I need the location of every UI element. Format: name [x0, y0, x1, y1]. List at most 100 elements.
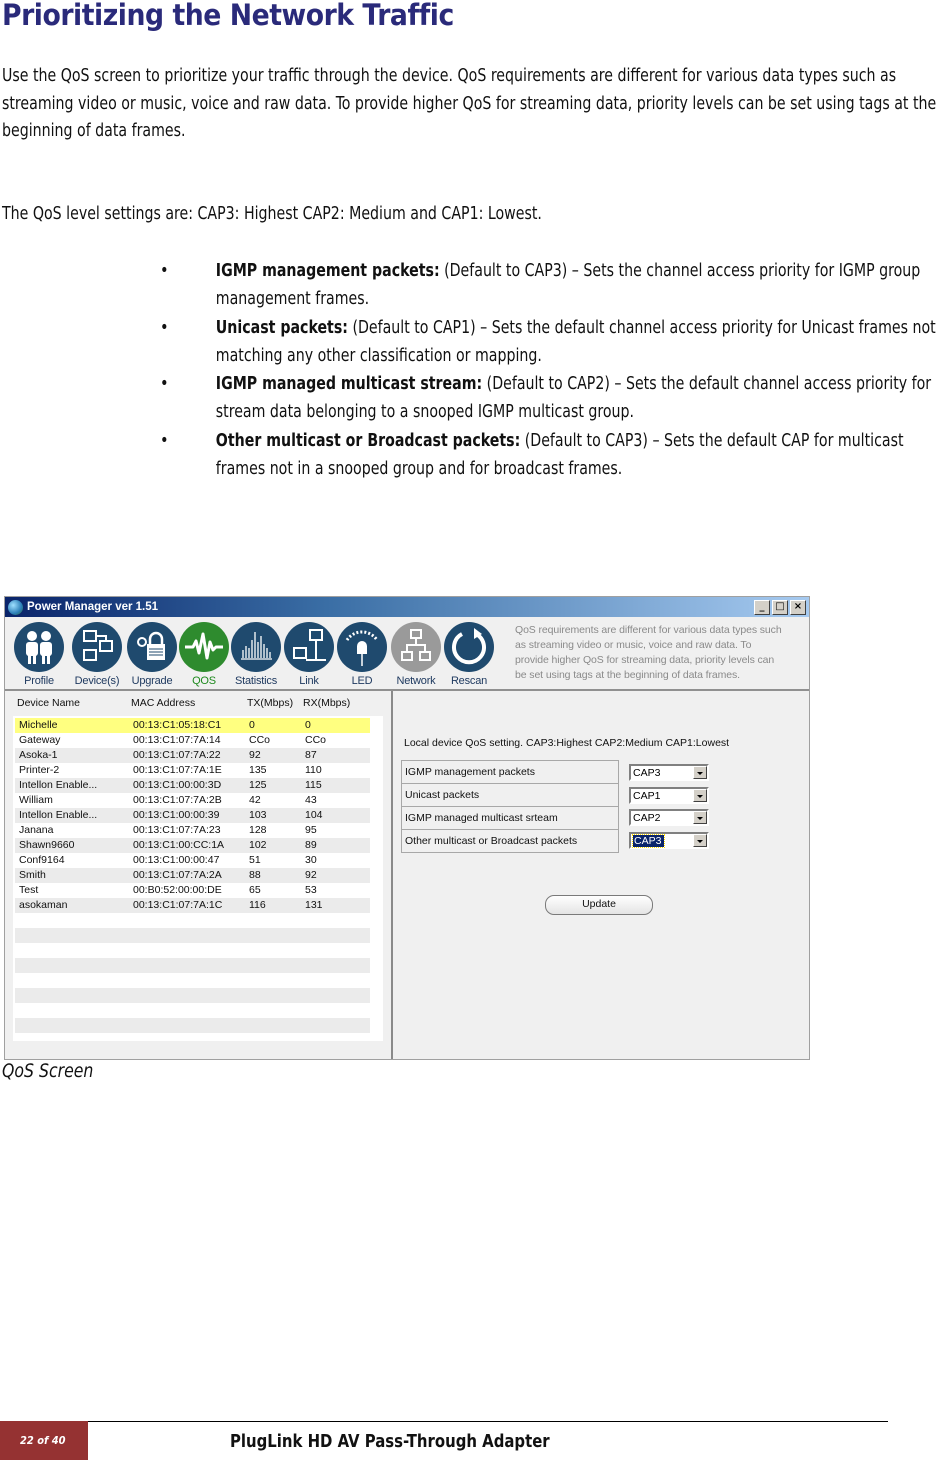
device-name: William — [19, 794, 53, 806]
empty-row[interactable] — [15, 943, 370, 958]
intro-paragraph: Use the QoS screen to prioritize your tr… — [2, 66, 937, 141]
mac-address: 00:B0:52:00:00:DE — [133, 884, 222, 896]
device-row[interactable]: Janana 00:13:C1:07:7A:23 128 95 — [15, 823, 370, 838]
toolbar-network[interactable]: Network — [387, 622, 445, 687]
mac-address: 00:13:C1:07:7A:1C — [133, 899, 223, 911]
device-name: Asoka-1 — [19, 749, 58, 761]
bullet-term: Unicast packets: — [215, 317, 348, 338]
rx-rate: 95 — [305, 824, 317, 836]
device-row[interactable]: Michelle 00:13:C1:05:18:C1 0 0 — [15, 718, 370, 733]
mac-address: 00:13:C1:07:7A:1E — [133, 764, 222, 776]
qos-label-unicast: Unicast packets — [402, 784, 618, 807]
qos-info-text: QoS requirements are different for vario… — [515, 624, 782, 681]
column-header-rx[interactable]: RX(Mbps) — [303, 697, 350, 709]
devices-icon — [72, 622, 122, 672]
device-list-pane: Device Name MAC Address TX(Mbps) RX(Mbps… — [5, 691, 393, 1059]
mac-address: 00:13:C1:07:7A:2B — [133, 794, 222, 806]
column-header-mac-address[interactable]: MAC Address — [131, 697, 195, 709]
empty-row[interactable] — [15, 988, 370, 1003]
other-multicast-select[interactable]: CAP3 — [629, 832, 709, 849]
network-tree-icon — [391, 622, 441, 672]
device-row[interactable]: Intellon Enable... 00:13:C1:00:00:3D 125 11… — [15, 778, 370, 793]
led-icon — [337, 622, 387, 672]
toolbar-profile[interactable]: Profile — [10, 622, 68, 687]
mac-address: 00:13:C1:07:7A:14 — [133, 734, 221, 746]
device-name: Test — [19, 884, 39, 896]
empty-row[interactable] — [15, 1033, 370, 1048]
bullet-other-multicast: • Other multicast or Broadcast packets: (… — [160, 427, 939, 484]
igmp-multicast-select[interactable]: CAP2 — [629, 809, 709, 826]
empty-row[interactable] — [15, 958, 370, 973]
tx-rate: 42 — [249, 794, 261, 806]
column-header-tx[interactable]: TX(Mbps) — [247, 697, 293, 709]
igmp-management-select[interactable]: CAP3 — [629, 764, 709, 781]
bullet-icon: • — [160, 260, 169, 281]
toolbar-label: Network — [396, 675, 436, 687]
bullet-icon: • — [160, 316, 169, 338]
chevron-down-icon[interactable] — [693, 811, 707, 824]
device-row[interactable]: Asoka-1 00:13:C1:07:7A:22 92 87 — [15, 748, 370, 763]
toolbar-led[interactable]: LED — [333, 622, 391, 687]
tx-rate: 51 — [249, 854, 261, 866]
qos-settings-table: IGMP management packets Unicast packets … — [401, 760, 619, 853]
qos-settings-caption: Local device QoS setting. CAP3:Highest C… — [404, 737, 730, 749]
device-name: asokaman — [19, 899, 68, 911]
footer-divider — [88, 1421, 888, 1422]
title-bar[interactable]: Power Manager ver 1.51 _ □ × — [5, 597, 809, 617]
toolbar-statistics[interactable]: Statistics — [227, 622, 285, 687]
rescan-icon — [444, 622, 494, 672]
empty-row[interactable] — [15, 913, 370, 928]
device-row[interactable]: Conf9164 00:13:C1:00:00:47 51 30 — [15, 853, 370, 868]
qos-label-igmp-multicast: IGMP managed multicast srteam — [402, 807, 618, 830]
page-title: Prioritizing the Network Traffic — [2, 0, 454, 32]
empty-row[interactable] — [15, 973, 370, 988]
rx-rate: 0 — [305, 719, 311, 731]
chevron-down-icon[interactable] — [693, 789, 707, 802]
empty-row[interactable] — [15, 1003, 370, 1018]
select-value: CAP1 — [633, 790, 661, 802]
empty-row[interactable] — [15, 1018, 370, 1033]
tx-rate: 128 — [249, 824, 267, 836]
unicast-select[interactable]: CAP1 — [629, 787, 709, 804]
bullet-unicast: • Unicast packets: (Default to CAP1) – Se… — [160, 314, 939, 371]
close-button[interactable]: × — [790, 599, 806, 615]
toolbar-upgrade[interactable]: Upgrade — [123, 622, 181, 687]
empty-row[interactable] — [15, 928, 370, 943]
link-computers-icon — [284, 622, 334, 672]
app-globe-icon — [8, 599, 23, 615]
rx-rate: CCo — [305, 734, 327, 746]
toolbar-rescan[interactable]: Rescan — [440, 622, 498, 687]
toolbar-qos[interactable]: QOS — [175, 622, 233, 687]
minimize-button[interactable]: _ — [754, 599, 770, 615]
column-header-device-name[interactable]: Device Name — [17, 697, 80, 709]
maximize-button[interactable]: □ — [772, 599, 788, 615]
device-row[interactable]: Shawn9660 00:13:C1:00:CC:1A 102 89 — [15, 838, 370, 853]
device-row[interactable]: Gateway 00:13:C1:07:7A:14 CCo CCo — [15, 733, 370, 748]
device-name: Intellon Enable... — [19, 779, 98, 791]
chevron-down-icon[interactable] — [693, 834, 707, 847]
device-row[interactable]: Printer-2 00:13:C1:07:7A:1E 135 110 — [15, 763, 370, 778]
device-row[interactable]: William 00:13:C1:07:7A:2B 42 43 — [15, 793, 370, 808]
device-row[interactable]: Test 00:B0:52:00:00:DE 65 53 — [15, 883, 370, 898]
tx-rate: 0 — [249, 719, 255, 731]
qos-bullet-list: • IGMP management packets: (Default to CA… — [160, 257, 939, 483]
update-button[interactable]: Update — [545, 895, 653, 915]
toolbar-label: QOS — [192, 675, 216, 687]
toolbar-label: Profile — [24, 675, 54, 687]
figure-caption: QoS Screen — [2, 1060, 94, 1082]
toolbar-label: Device(s) — [74, 675, 120, 687]
tx-rate: 135 — [249, 764, 267, 776]
device-row[interactable]: asokaman 00:13:C1:07:7A:1C 116 131 — [15, 898, 370, 913]
toolbar-devices[interactable]: Device(s) — [68, 622, 126, 687]
bullet-igmp-management: • IGMP management packets: (Default to CA… — [160, 257, 939, 314]
chevron-down-icon[interactable] — [693, 766, 707, 779]
device-row[interactable]: Intellon Enable... 00:13:C1:00:00:39 103 10… — [15, 808, 370, 823]
bullet-icon: • — [160, 373, 169, 395]
toolbar-label: Link — [299, 675, 319, 687]
device-row[interactable]: Smith 00:13:C1:07:7A:2A 88 92 — [15, 868, 370, 883]
tx-rate: 103 — [249, 809, 267, 821]
bullet-icon: • — [160, 429, 169, 451]
bullet-term: Other multicast or Broadcast packets: — [215, 430, 521, 451]
toolbar-link[interactable]: Link — [280, 622, 338, 687]
qos-label-igmp-management: IGMP management packets — [402, 761, 618, 784]
